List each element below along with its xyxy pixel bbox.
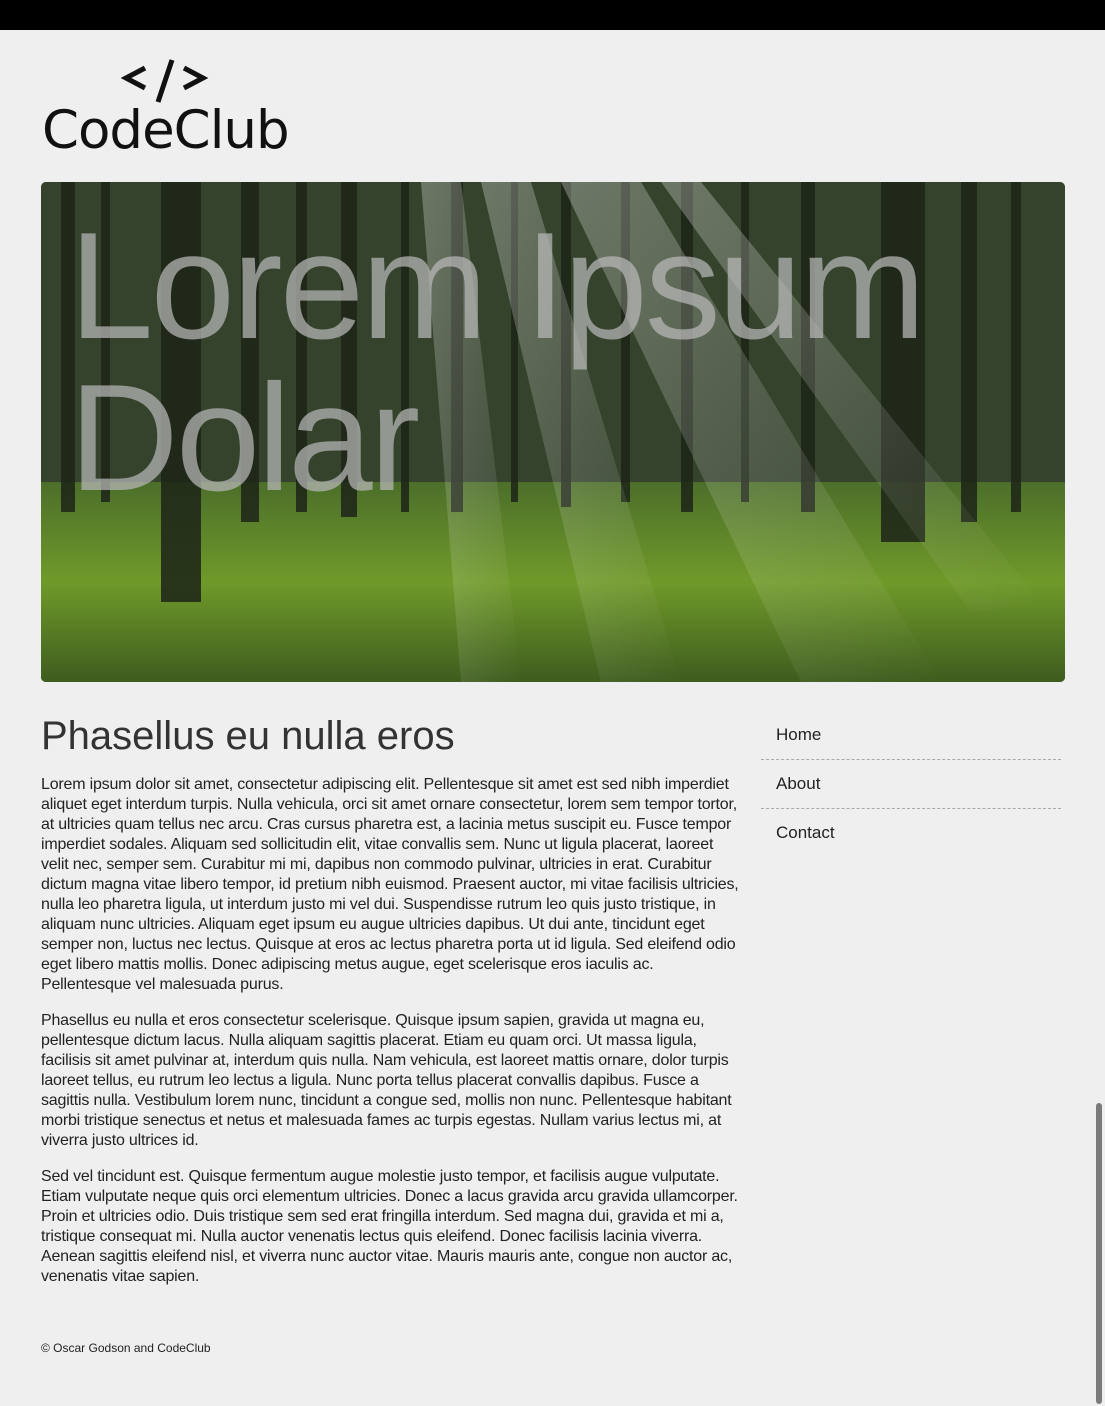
hero-heading: Lorem Ipsum Dolar [69, 201, 926, 523]
hero-banner: Lorem Ipsum Dolar [41, 182, 1065, 682]
sidebar-nav: Home About Contact [761, 711, 1061, 857]
body-paragraph: Lorem ipsum dolor sit amet, consectetur … [41, 776, 739, 993]
logo-wordmark: CodeClub [42, 100, 290, 161]
nav-link-home[interactable]: Home [761, 711, 1061, 760]
body-paragraph: Phasellus eu nulla et eros consectetur s… [41, 1012, 732, 1149]
scrollbar-thumb[interactable] [1096, 1103, 1102, 1404]
footer-copyright: © Oscar Godson and CodeClub [41, 1341, 211, 1355]
page-title: Phasellus eu nulla eros [41, 714, 455, 758]
body-paragraph: Sed vel tincidunt est. Quisque fermentum… [41, 1168, 738, 1285]
main-content: Phasellus eu nulla eros Lorem ipsum dolo… [41, 712, 743, 1287]
top-bar [0, 0, 1105, 30]
nav-link-about[interactable]: About [761, 760, 1061, 809]
codeclub-logo[interactable]: CodeClub [40, 58, 300, 161]
code-brackets-icon [120, 59, 209, 103]
nav-link-contact[interactable]: Contact [761, 809, 1061, 857]
